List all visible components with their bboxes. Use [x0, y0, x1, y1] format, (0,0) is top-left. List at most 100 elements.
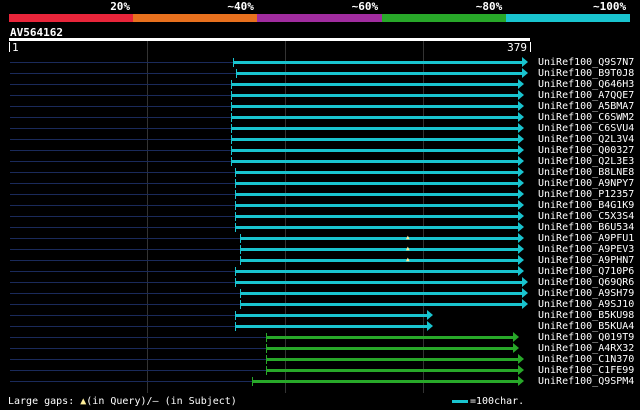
- hit-row[interactable]: UniRef100_P12357: [0, 189, 640, 200]
- hit-row[interactable]: UniRef100_C6SWM2: [0, 112, 640, 123]
- hit-row[interactable]: UniRef100_B9T0J8: [0, 68, 640, 79]
- hit-row[interactable]: UniRef100_A5BMA7: [0, 101, 640, 112]
- hit-label[interactable]: UniRef100_A9PHN7: [538, 255, 634, 266]
- hit-row[interactable]: UniRef100_Q9S7N7: [0, 57, 640, 68]
- hit-row[interactable]: UniRef100_C1N370: [0, 354, 640, 365]
- hit-bar[interactable]: [266, 369, 518, 372]
- hit-label[interactable]: UniRef100_B4G1K9: [538, 200, 634, 211]
- hit-label[interactable]: UniRef100_B5KU98: [538, 310, 634, 321]
- hit-label[interactable]: UniRef100_A9SJ10: [538, 299, 634, 310]
- hit-row[interactable]: UniRef100_B5KUA4: [0, 321, 640, 332]
- hit-end-arrow-icon: [517, 189, 524, 199]
- hit-label[interactable]: UniRef100_A5BMA7: [538, 101, 634, 112]
- hit-bar[interactable]: [240, 237, 518, 240]
- hit-row[interactable]: UniRef100_C5X3S4: [0, 211, 640, 222]
- hit-bar[interactable]: [230, 94, 518, 97]
- gap-in-query-icon: ▲: [406, 234, 410, 241]
- hit-bar[interactable]: [233, 61, 522, 64]
- hit-bar[interactable]: [236, 72, 522, 75]
- hit-bar[interactable]: [234, 270, 518, 273]
- unaligned-region: [10, 73, 237, 74]
- hit-bar[interactable]: [234, 204, 518, 207]
- hit-bar[interactable]: [266, 358, 518, 361]
- hit-row[interactable]: UniRef100_Q69QR6: [0, 277, 640, 288]
- hit-row[interactable]: UniRef100_Q2L3E3: [0, 156, 640, 167]
- hit-label[interactable]: UniRef100_Q646H3: [538, 79, 634, 90]
- hit-bar[interactable]: [266, 336, 513, 339]
- hit-label[interactable]: UniRef100_A4RX32: [538, 343, 634, 354]
- hit-label[interactable]: UniRef100_A9PFU1: [538, 233, 634, 244]
- hit-bar[interactable]: [234, 171, 518, 174]
- hit-label[interactable]: UniRef100_B6U534: [538, 222, 634, 233]
- hit-label[interactable]: UniRef100_C1FE99: [538, 365, 634, 376]
- hit-row[interactable]: UniRef100_Q2L3V4: [0, 134, 640, 145]
- hit-row[interactable]: UniRef100_C6SVU4: [0, 123, 640, 134]
- hit-label[interactable]: UniRef100_B5KUA4: [538, 321, 634, 332]
- hit-row[interactable]: UniRef100_C1FE99: [0, 365, 640, 376]
- hit-label[interactable]: UniRef100_Q9SPM4: [538, 376, 634, 387]
- hit-bar[interactable]: [234, 325, 428, 328]
- hit-bar[interactable]: [234, 215, 518, 218]
- hit-bar[interactable]: [230, 138, 518, 141]
- hit-bar[interactable]: [234, 281, 522, 284]
- hit-end-arrow-icon: [517, 376, 524, 386]
- hit-bar[interactable]: [230, 116, 518, 119]
- hit-end-arrow-icon: [517, 112, 524, 122]
- hit-row[interactable]: UniRef100_B6U534: [0, 222, 640, 233]
- hit-bar[interactable]: [234, 314, 428, 317]
- hit-row[interactable]: UniRef100_B8LNE8: [0, 167, 640, 178]
- hit-label[interactable]: UniRef100_B9T0J8: [538, 68, 634, 79]
- hit-bar[interactable]: [240, 303, 522, 306]
- hit-bar[interactable]: [234, 182, 518, 185]
- hit-label[interactable]: UniRef100_C6SVU4: [538, 123, 634, 134]
- hit-row[interactable]: UniRef100_A4RX32: [0, 343, 640, 354]
- hit-bar[interactable]: [240, 292, 522, 295]
- hit-row[interactable]: UniRef100_Q9SPM4: [0, 376, 640, 387]
- hit-row[interactable]: UniRef100_Q710P6: [0, 266, 640, 277]
- hit-label[interactable]: UniRef100_C1N370: [538, 354, 634, 365]
- hit-label[interactable]: UniRef100_C6SWM2: [538, 112, 634, 123]
- hit-label[interactable]: UniRef100_B8LNE8: [538, 167, 634, 178]
- hit-label[interactable]: UniRef100_Q710P6: [538, 266, 634, 277]
- hit-row[interactable]: UniRef100_A9SH79: [0, 288, 640, 299]
- hit-bar[interactable]: [240, 248, 518, 251]
- hit-row[interactable]: UniRef100_A7QQE7: [0, 90, 640, 101]
- hit-row[interactable]: ▲ UniRef100_A9PFU1: [0, 233, 640, 244]
- hit-label[interactable]: UniRef100_Q69QR6: [538, 277, 634, 288]
- hit-label[interactable]: UniRef100_A9NPY7: [538, 178, 634, 189]
- hit-bar[interactable]: [230, 149, 518, 152]
- hit-bar[interactable]: [234, 193, 518, 196]
- hit-label[interactable]: UniRef100_Q9S7N7: [538, 57, 634, 68]
- hit-row[interactable]: UniRef100_B5KU98: [0, 310, 640, 321]
- hit-label[interactable]: UniRef100_C5X3S4: [538, 211, 634, 222]
- hit-bar[interactable]: [230, 160, 518, 163]
- scale-segment: [505, 14, 630, 22]
- hit-bar[interactable]: [266, 347, 513, 350]
- hit-label[interactable]: UniRef100_Q2L3E3: [538, 156, 634, 167]
- hit-bar[interactable]: [234, 226, 518, 229]
- hit-bar[interactable]: [240, 259, 518, 262]
- hit-bar[interactable]: [230, 127, 518, 130]
- hit-row[interactable]: UniRef100_Q00327: [0, 145, 640, 156]
- hit-bar[interactable]: [230, 105, 518, 108]
- hit-label[interactable]: UniRef100_Q2L3V4: [538, 134, 634, 145]
- hit-label[interactable]: UniRef100_A9SH79: [538, 288, 634, 299]
- hit-row[interactable]: UniRef100_A9SJ10: [0, 299, 640, 310]
- hit-row[interactable]: UniRef100_Q646H3: [0, 79, 640, 90]
- hit-end-arrow-icon: [522, 57, 528, 67]
- scale-label: ~60%: [351, 0, 379, 13]
- unaligned-region: [10, 161, 231, 162]
- hit-end-arrow-icon: [517, 101, 524, 111]
- hit-row[interactable]: UniRef100_Q019T9: [0, 332, 640, 343]
- hit-label[interactable]: UniRef100_A7QQE7: [538, 90, 634, 101]
- hit-row[interactable]: UniRef100_B4G1K9: [0, 200, 640, 211]
- hit-label[interactable]: UniRef100_P12357: [538, 189, 634, 200]
- hit-bar[interactable]: [252, 380, 518, 383]
- hit-row[interactable]: ▲ UniRef100_A9PEV3: [0, 244, 640, 255]
- hit-bar[interactable]: [230, 83, 518, 86]
- hit-row[interactable]: ▲ UniRef100_A9PHN7: [0, 255, 640, 266]
- hit-label[interactable]: UniRef100_Q00327: [538, 145, 634, 156]
- hit-row[interactable]: UniRef100_A9NPY7: [0, 178, 640, 189]
- hit-label[interactable]: UniRef100_A9PEV3: [538, 244, 634, 255]
- hit-label[interactable]: UniRef100_Q019T9: [538, 332, 634, 343]
